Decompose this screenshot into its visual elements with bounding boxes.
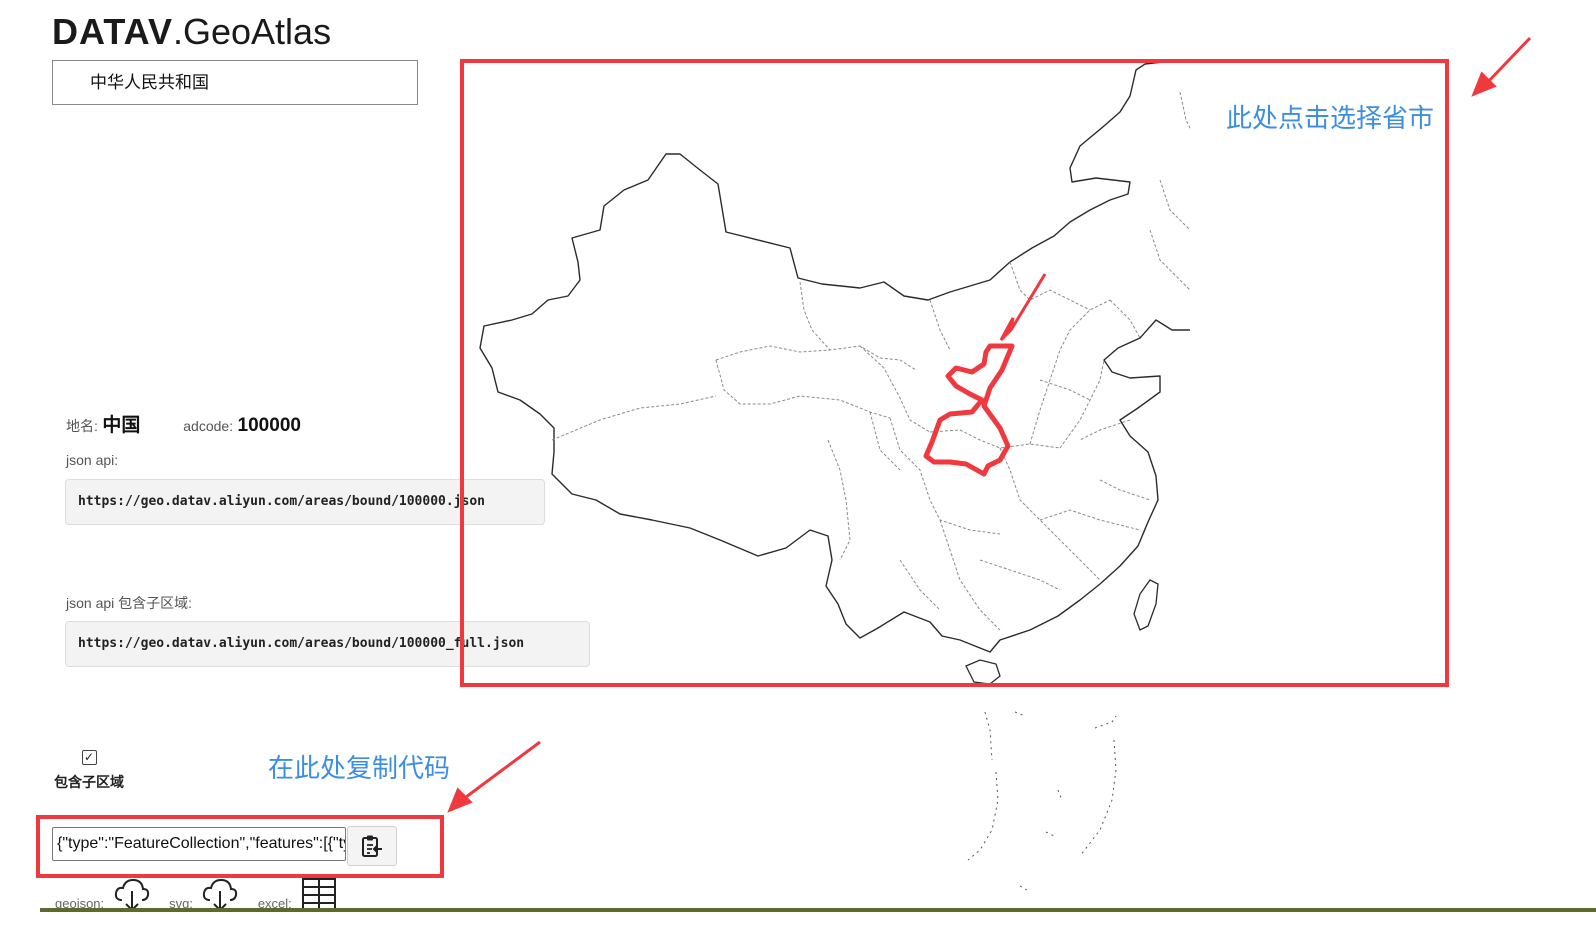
shaanxi-highlight-outline (923, 343, 1015, 477)
annotation-overlay (447, 36, 1532, 813)
arrow-to-shaanxi (999, 273, 1047, 342)
map-hint-text: 此处点击选择省市 (1226, 103, 1435, 133)
arrow-to-code-field (447, 740, 541, 813)
arrow-to-map-hint (1471, 36, 1532, 97)
copy-hint-text: 在此处复制代码 (268, 753, 451, 783)
